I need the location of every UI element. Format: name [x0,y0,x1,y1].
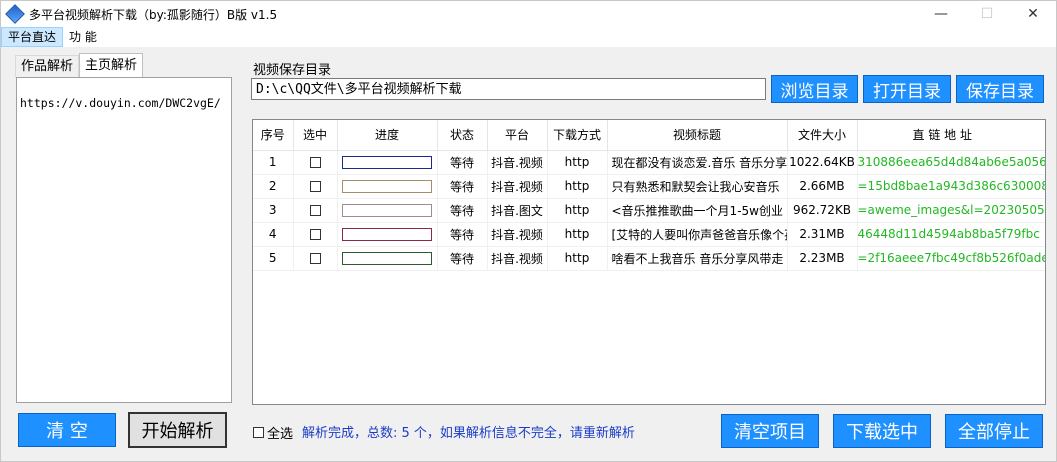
menu-platform[interactable]: 平台直达 [1,27,64,47]
row-status: 等待 [437,246,488,271]
close-icon[interactable]: ✕ [1010,1,1056,27]
row-checkbox[interactable] [309,157,321,168]
row-size: 2.31MB [787,222,858,247]
row-method: http [547,222,608,247]
progress-bar [342,180,432,193]
col-platform[interactable]: 平台 [487,120,548,151]
row-link: 46448d11d4594ab8ba5f79fbc [857,222,1045,247]
row-title: 啥看不上我音乐 音乐分享风带走 [607,246,788,271]
row-size: 962.72KB [787,198,858,223]
minimize-icon[interactable]: — [918,1,964,27]
row-method: http [547,150,608,175]
row-status: 等待 [437,222,488,247]
select-all-box[interactable] [253,427,264,438]
row-checkbox[interactable] [309,229,321,240]
select-all-checkbox[interactable]: 全选 [253,423,293,442]
row-platform: 抖音.图文 [487,198,548,223]
row-no: 3 [253,198,294,223]
clear-items-button[interactable]: 清空项目 [721,414,819,448]
row-platform: 抖音.视频 [487,222,548,247]
row-checkbox[interactable] [309,205,321,216]
table-row[interactable]: 3 等待 抖音.图文 http <音乐推推歌曲一个月1-5w创业 创 962.7… [253,198,1045,223]
col-status[interactable]: 状态 [437,120,488,151]
table-row[interactable]: 4 等待 抖音.视频 http [艾特的人要叫你声爸爸音乐像个孩子 2.31MB… [253,222,1045,247]
url-input[interactable]: https://v.douyin.com/DWC2vgE/ [16,77,232,403]
row-method: http [547,174,608,199]
col-method[interactable]: 下载方式 [547,120,608,151]
table-row[interactable]: 5 等待 抖音.视频 http 啥看不上我音乐 音乐分享风带走 2.23MB =… [253,246,1045,271]
menu-functions[interactable]: 功 能 [63,27,103,47]
row-platform: 抖音.视频 [487,174,548,199]
row-size: 2.23MB [787,246,858,271]
row-checkbox[interactable] [309,253,321,264]
save-dir-label: 视频保存目录 [253,63,332,78]
tab-homepage-parse[interactable]: 主页解析 [79,53,144,77]
row-link: =15bd8bae1a943d386c630008 [857,174,1045,199]
row-link: =2f16aeee7fbc49cf8b526f0ade [857,246,1045,271]
row-link: 310886eea65d4d84ab6e5a056 [857,150,1045,175]
save-dir-input[interactable]: D:\c\QQ文件\多平台视频解析下载 [251,78,766,100]
menu-bar: 平台直达 功 能 [1,27,1056,47]
window-controls: — ☐ ✕ [918,1,1056,27]
row-checkbox[interactable] [309,181,321,192]
clear-button[interactable]: 清 空 [18,413,116,447]
col-title[interactable]: 视频标题 [607,120,788,151]
row-no: 2 [253,174,294,199]
row-status: 等待 [437,174,488,199]
row-status: 等待 [437,198,488,223]
download-selected-button[interactable]: 下载选中 [833,414,931,448]
progress-bar [342,252,432,265]
row-method: http [547,198,608,223]
table-header: 序号 选中 进度 状态 平台 下载方式 视频标题 文件大小 直 链 地 址 [253,120,1045,151]
row-size: 2.66MB [787,174,858,199]
progress-bar [342,156,432,169]
start-parse-button[interactable]: 开始解析 [128,412,227,448]
row-no: 1 [253,150,294,175]
save-dir-button[interactable]: 保存目录 [956,75,1044,103]
col-select[interactable]: 选中 [293,120,338,151]
row-status: 等待 [437,150,488,175]
app-window: 多平台视频解析下载（by:孤影随行）B版 v1.5 — ☐ ✕ 平台直达 功 能… [0,0,1057,462]
progress-bar [342,204,432,217]
title-bar: 多平台视频解析下载（by:孤影随行）B版 v1.5 — ☐ ✕ [1,1,1056,27]
row-title: [艾特的人要叫你声爸爸音乐像个孩子 [607,222,788,247]
col-no[interactable]: 序号 [253,120,294,151]
stop-all-button[interactable]: 全部停止 [945,414,1043,448]
parse-tabs: 作品解析 主页解析 [15,53,144,77]
app-icon [5,4,25,24]
maximize-icon[interactable]: ☐ [964,1,1010,27]
select-all-label: 全选 [267,427,294,442]
col-progress[interactable]: 进度 [337,120,438,151]
row-title: 现在都没有谈恋爱.音乐 音乐分享 [607,150,788,175]
browse-dir-button[interactable]: 浏览目录 [771,75,858,103]
row-title: <音乐推推歌曲一个月1-5w创业 创 [607,198,788,223]
row-link: =aweme_images&l=20230505 [857,198,1045,223]
row-no: 4 [253,222,294,247]
row-no: 5 [253,246,294,271]
table-row[interactable]: 2 等待 抖音.视频 http 只有熟悉和默契会让我心安音乐 2.66MB =1… [253,174,1045,199]
tab-work-parse[interactable]: 作品解析 [15,55,80,77]
row-platform: 抖音.视频 [487,150,548,175]
open-dir-button[interactable]: 打开目录 [863,75,951,103]
row-title: 只有熟悉和默契会让我心安音乐 [607,174,788,199]
table-row[interactable]: 1 等待 抖音.视频 http 现在都没有谈恋爱.音乐 音乐分享 1022.64… [253,150,1045,175]
progress-bar [342,228,432,241]
window-title: 多平台视频解析下载（by:孤影随行）B版 v1.5 [29,7,278,22]
col-size[interactable]: 文件大小 [787,120,858,151]
video-table[interactable]: 序号 选中 进度 状态 平台 下载方式 视频标题 文件大小 直 链 地 址 1 … [252,119,1046,405]
col-link[interactable]: 直 链 地 址 [857,120,1045,151]
row-method: http [547,246,608,271]
row-platform: 抖音.视频 [487,246,548,271]
row-size: 1022.64KB [787,150,858,175]
status-message: 解析完成，总数: 5 个，如果解析信息不完全，请重新解析 [302,426,635,441]
